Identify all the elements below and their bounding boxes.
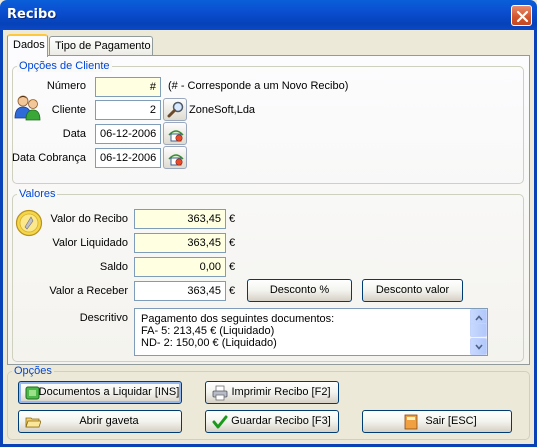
valor-recibo-currency: € [229,213,236,225]
valor-liquidado-field[interactable]: 363,45 [134,233,226,253]
descritivo-line: ND- 2: 150,00 € (Liquidado) [141,337,277,349]
tab-tipo-pagamento[interactable]: Tipo de Pagamento [49,36,153,56]
data-cobranca-calendar-button[interactable] [163,146,187,169]
tab-dados-label: Dados [13,39,45,51]
calendar-icon [168,130,184,142]
saldo-currency: € [229,261,236,273]
valor-receber-label: Valor a Receber [49,285,128,297]
abrir-gaveta-label: Abrir gaveta [79,415,139,427]
close-button[interactable] [511,5,532,26]
folder-open-icon [25,417,41,428]
cliente-field[interactable]: 2 [95,100,161,120]
valor-liquidado-value: 363,45 [187,237,221,249]
desconto-percent-label: Desconto % [269,284,330,296]
cliente-name: ZoneSoft,Lda [189,104,256,116]
valores-group-title: Valores [17,188,58,200]
documentos-liquidar-label: Documentos a Liquidar [INS] [38,386,180,398]
imprimir-recibo-label: Imprimir Recibo [F2] [231,386,331,398]
chevron-up-icon [475,315,483,321]
descritivo-scrollbar[interactable] [470,309,487,355]
numero-note: (# - Corresponde a um Novo Recibo) [168,80,349,92]
guardar-recibo-button[interactable]: Guardar Recibo [F3] [205,410,339,433]
desconto-percent-button[interactable]: Desconto % [247,279,352,302]
window-title: Recibo [7,7,57,22]
descritivo-line: FA- 5: 213,45 € (Liquidado) [141,325,275,337]
saldo-value: 0,00 [199,261,221,273]
cliente-value: 2 [149,104,156,116]
magnifier-icon [167,101,184,118]
guardar-recibo-label: Guardar Recibo [F3] [231,415,331,427]
close-icon [516,10,529,23]
tab-panel-dados: Opções de Cliente Número # (# - Correspo… [7,55,530,365]
scroll-down-button[interactable] [470,338,487,355]
documentos-liquidar-button[interactable]: Documentos a Liquidar [INS] [18,381,182,404]
data-value: 06-12-2006 [100,128,157,140]
data-cobranca-label: Data Cobrança [12,152,86,164]
valor-receber-value: 363,45 [187,285,221,297]
tab-dados[interactable]: Dados [7,34,48,57]
cliente-label: Cliente [51,104,86,116]
valor-recibo-field[interactable]: 363,45 [134,209,226,229]
data-calendar-button[interactable] [163,122,187,145]
chevron-down-icon [475,344,483,350]
sair-button[interactable]: Sair [ESC] [362,410,512,433]
desconto-valor-label: Desconto valor [375,284,450,296]
cliente-group-title: Opções de Cliente [17,60,112,72]
valor-liquidado-currency: € [229,237,236,249]
valor-receber-field[interactable]: 363,45 [134,281,226,301]
calendar-icon [168,154,184,166]
data-field[interactable]: 06-12-2006 [95,124,161,144]
opcoes-group: Opções Documentos a Liquidar [INS] Impri… [7,365,530,440]
saldo-label: Saldo [99,261,128,273]
opcoes-group-title: Opções [12,365,54,377]
sair-label: Sair [ESC] [425,415,477,427]
cliente-search-button[interactable] [163,98,187,121]
descritivo-line: Pagamento dos seguintes documentos: [141,313,335,325]
data-label: Data [62,128,86,140]
valor-recibo-label: Valor do Recibo [50,213,128,225]
abrir-gaveta-button[interactable]: Abrir gaveta [18,410,182,433]
valor-recibo-value: 363,45 [187,213,221,225]
data-cobranca-field[interactable]: 06-12-2006 [95,148,161,168]
numero-label: Número [46,80,86,92]
imprimir-recibo-button[interactable]: Imprimir Recibo [F2] [205,381,339,404]
descritivo-memo[interactable]: Pagamento dos seguintes documentos: FA- … [134,308,488,356]
numero-field[interactable]: # [95,77,161,97]
valor-receber-currency: € [229,285,236,297]
valor-liquidado-label: Valor Liquidado [52,237,128,249]
scroll-thumb[interactable] [470,323,487,337]
title-bar[interactable]: Recibo [0,0,537,30]
descritivo-label: Descritivo [79,312,128,324]
data-cobranca-value: 06-12-2006 [100,152,157,164]
numero-value: # [149,81,156,93]
saldo-field[interactable]: 0,00 [134,257,226,277]
desconto-valor-button[interactable]: Desconto valor [362,279,463,302]
tab-tipo-pagamento-label: Tipo de Pagamento [55,40,151,52]
